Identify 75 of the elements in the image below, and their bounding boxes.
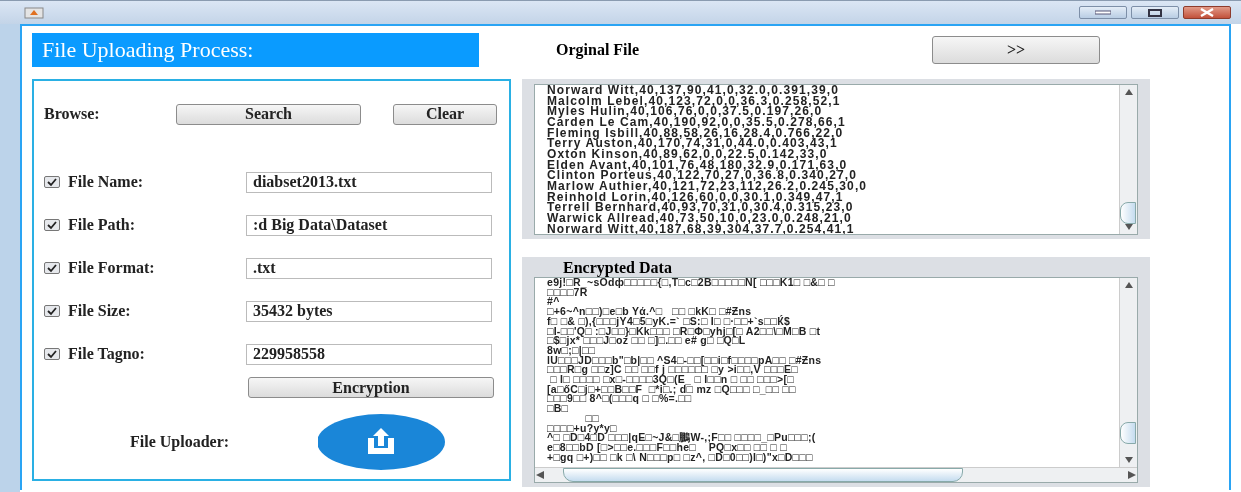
close-icon	[1199, 8, 1215, 17]
data-row-text: Elden Avant,40,101,76,48,180,32.9,0.171,63,0	[547, 159, 848, 171]
encrypted-line: [a□őC□j□+□□B□□F □*i□.; d□ mz □Q□□□ □_□□ □□	[547, 384, 797, 395]
data-row-text: Oxton Kinson,40,89,62,0,0,22.5,0.142,33,0	[547, 148, 828, 160]
data-row-text: Myles Hulin,40,106,76,0,0,37.5,0.197,26,0	[547, 106, 823, 117]
encrypted-line: □B□	[547, 404, 570, 414]
data-row-text: Fleming Isbill,40,88,58,26,16,28.4,0.766,22,0	[547, 127, 844, 139]
scroll-thumb[interactable]	[1120, 422, 1136, 444]
field-label: File Tagno:	[68, 345, 146, 363]
next-button[interactable]: >>	[932, 36, 1100, 64]
checkbox[interactable]	[44, 348, 60, 360]
vertical-scrollbar[interactable]	[1119, 278, 1137, 467]
text-field[interactable]: .txt	[246, 257, 492, 279]
checkbox[interactable]	[44, 219, 60, 231]
encrypted-line: lU□□□JD□□□b"□b|□□ ^S4□-□□[□□i□f□□□□pA□□ □#Ƶns	[547, 355, 823, 366]
checkbox[interactable]	[44, 305, 60, 317]
checkbox[interactable]	[44, 176, 60, 188]
vertical-scrollbar[interactable]	[1119, 85, 1137, 234]
scroll-thumb[interactable]	[1120, 202, 1136, 224]
scroll-arrow-icon[interactable]	[1127, 471, 1137, 479]
text-field[interactable]: diabset2013.txt	[246, 171, 492, 193]
data-row-text: Terry Auston,40,170,74,31,0,44.0,0.403,43,1	[547, 138, 838, 149]
encrypted-line: □□□R□g □□z]C □□ □□f j □□□□□□ □y >i□□,V □□□E□	[547, 365, 798, 376]
data-row-text: Reinhold Lorin,40,126,60,0,0,30.1,0.349,47,1	[547, 191, 844, 203]
encrypted-line: ^□ □D□4□D □□□|qE□~J&□鵬W-,;F□□ □□□□_□Pu□□□;(	[547, 433, 817, 443]
data-row-text: Norward Witt,40,187,68,39,304,37.7,0.254,41,1	[547, 223, 856, 234]
encrypted-line: 8w□;□|□□	[547, 345, 596, 356]
encrypted-line: f□ □& □),{□□□jY4□5□yK.=` □S:□ I□ □·□□+`s□□Ќ$	[547, 316, 792, 327]
uploader-label: File Uploader:	[130, 433, 231, 451]
scroll-thumb[interactable]	[563, 468, 963, 482]
encrypted-line: □$□jx* □□□J□oz □□ □]□.□□ e# g□ □Q□L	[547, 336, 746, 346]
encrypted-data-label: Encrypted Data	[563, 259, 673, 277]
encrypted-line: □I-□□'Q□ :□J□□}□Kk□□□ □R□Φ□yhj□[□ A2□□\□M□B □t	[547, 326, 822, 337]
scroll-arrow-icon[interactable]	[1123, 456, 1134, 464]
scroll-arrow-icon[interactable]	[535, 471, 545, 479]
browse-label: Browse:	[44, 105, 101, 123]
encryption-button[interactable]: Encryption	[248, 377, 494, 398]
scroll-arrow-icon[interactable]	[1123, 88, 1134, 96]
horizontal-scrollbar[interactable]	[535, 467, 1137, 482]
scroll-arrow-icon[interactable]	[1123, 281, 1134, 289]
data-row-text: Marlow Authier,40,121,72,23,112,26.2,0.245,30,0	[547, 180, 869, 192]
data-row-text: Malcolm Lebel,40,123,72,0,0,36.3,0.258,52,1	[547, 95, 842, 107]
data-row-text: Norward Witt,40,137,90,41,0,32.0,0.391,39,0	[547, 85, 840, 96]
data-row-text: Carden Le Cam,40,190,92,0,0,35.5,0.278,66,1	[547, 116, 847, 128]
encrypted-line: e□8□□bD [□>□□e.□□□F□□he□ PQ□x□□ □□ □ □	[547, 442, 787, 453]
text-field[interactable]: :d Big Data\Dataset	[246, 214, 492, 236]
app-icon	[24, 6, 44, 19]
maximize-button[interactable]	[1131, 6, 1179, 19]
text-field[interactable]: 35432 bytes	[246, 300, 492, 322]
original-file-label: Orginal File	[556, 41, 641, 59]
encrypted-line: #^	[547, 297, 560, 308]
data-row-text: Terrell Bernhard,40,93,70,31,0,30.4,0.315,23,0	[547, 202, 855, 213]
encrypted-line: □□□9□□ 8^□(□□□q □ □%=.□□	[547, 394, 692, 405]
header-title: File Uploading Process:	[32, 33, 479, 67]
encrypted-line: □□□□+u?y*y□	[547, 423, 617, 434]
checkbox[interactable]	[44, 262, 60, 274]
field-label: File Path:	[68, 216, 137, 234]
minimize-icon	[1095, 10, 1111, 15]
encrypted-line: □ I□ □□□□ □x□-□□□□3Q□(E_ □ I□□n □ □□ □□□>[□	[550, 375, 795, 385]
scroll-arrow-icon[interactable]	[1123, 223, 1134, 231]
encrypted-line: □□	[584, 413, 600, 424]
search-button[interactable]: Search	[175, 103, 362, 125]
field-label: File Format:	[68, 259, 156, 277]
field-label: File Size:	[68, 302, 132, 320]
encrypted-line: +□gq □+)□□ □k □\ N□□□p□ □z^, □D□0□□)I□)"x□D□□□	[547, 452, 814, 463]
encrypted-line: □□□□7R	[547, 287, 588, 298]
encrypted-line: e9j!□R_~sOdф□□□□□{□,T□c□2B□□□□□N[ □□□K1□ □&□ □	[547, 278, 836, 288]
data-row-text: Warwick Allread,40,73,50,10,0,23.0,0.248,21,0	[547, 212, 852, 224]
encrypted-line: □+6~^n□□)□e□b Yά.^□ □□ □kK□ □#Ƶns	[547, 307, 752, 317]
close-button[interactable]	[1183, 6, 1231, 19]
clear-button[interactable]: Clear	[393, 103, 497, 125]
maximize-icon	[1148, 8, 1162, 17]
data-row-text: Clinton Porteus,40,122,70,27,0,36.8,0.340,27,0	[547, 170, 858, 181]
field-label: File Name:	[68, 173, 145, 191]
text-field[interactable]: 229958558	[246, 343, 492, 365]
